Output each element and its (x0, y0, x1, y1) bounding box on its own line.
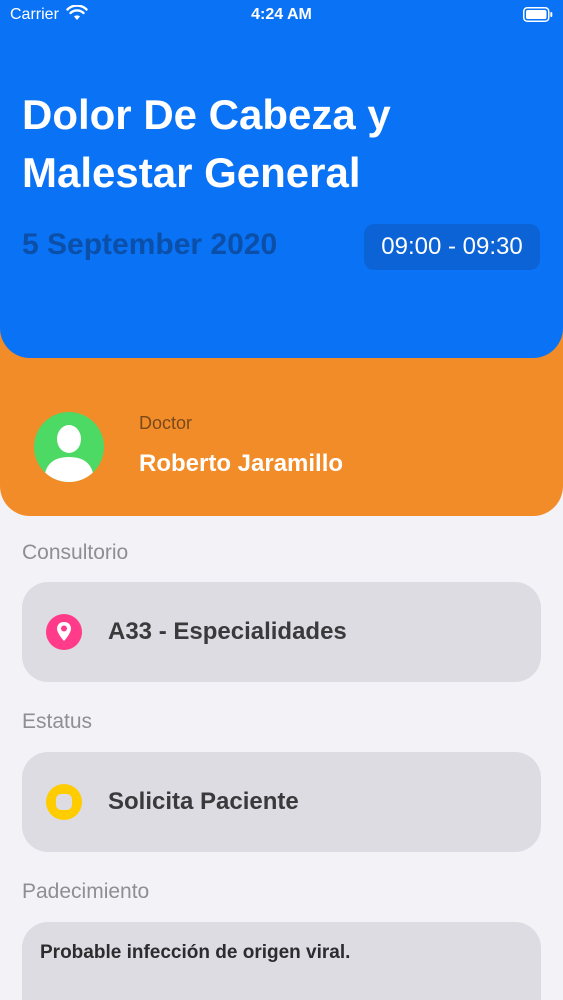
doctor-name: Roberto Jaramillo (139, 450, 344, 477)
doctor-avatar (34, 412, 104, 482)
office-card[interactable]: A33 - Especialidades (22, 582, 541, 682)
doctor-label: Doctor (139, 413, 193, 433)
status-time: 4:24 AM (251, 6, 312, 23)
office-section-label: Consultorio (22, 541, 129, 564)
person-icon (44, 425, 94, 482)
status-value: Solicita Paciente (108, 788, 299, 815)
condition-value: Probable infección de origen viral. (40, 942, 351, 963)
status-section-label: Estatus (22, 710, 93, 733)
time-badge: 09:00 - 09:30 (364, 224, 540, 270)
condition-section-label: Padecimiento (22, 880, 150, 903)
appointment-date: 5 September 2020 (22, 228, 278, 261)
battery-icon (523, 7, 553, 22)
status-circle-icon (46, 784, 82, 820)
status-bar: Carrier 4:24 AM (0, 0, 563, 30)
location-pin-icon (46, 614, 82, 650)
office-value: A33 - Especialidades (108, 618, 347, 645)
appointment-header: Dolor De Cabeza y Malestar General 5 Sep… (0, 0, 563, 358)
appointment-title: Dolor De Cabeza y Malestar General (22, 91, 391, 196)
condition-card[interactable]: Probable infección de origen viral. (22, 922, 541, 1000)
status-card[interactable]: Solicita Paciente (22, 752, 541, 852)
